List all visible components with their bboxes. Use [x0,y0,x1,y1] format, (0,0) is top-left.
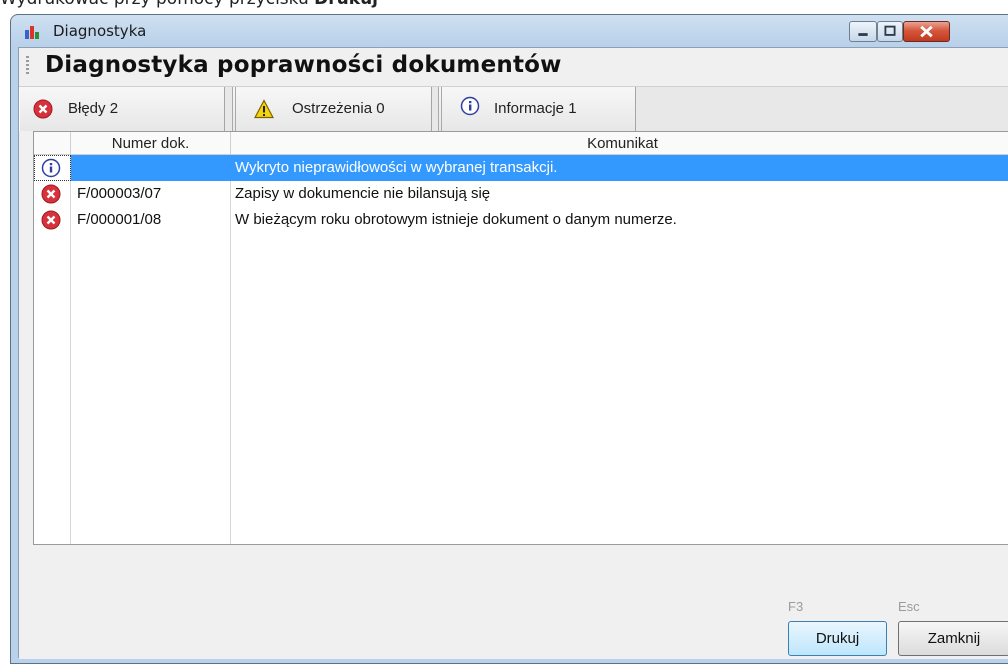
close-icon [920,25,933,38]
window-close-button[interactable] [903,21,950,42]
window-title: Diagnostyka [53,22,147,40]
title-bar[interactable]: Diagnostyka [11,15,1008,47]
table-row[interactable]: F/000003/07 Zapisy w dokumencie nie bila… [34,181,1008,207]
error-icon [33,99,53,119]
button-bar: F3 Esc Drukuj Zamknij [19,545,1008,659]
table-row[interactable]: F/000001/08 W bieżącym roku obrotowym is… [34,207,1008,233]
column-header-message[interactable]: Komunikat [231,132,1008,155]
page-caption: Wydrukować przy pomocy przycisku Drukuj [0,0,378,9]
caption-bold: Drukuj [314,0,378,9]
diagnostics-table: Numer dok. Komunikat Wykryto nieprawidło… [33,131,1008,545]
tab-information[interactable]: Informacje 1 [438,87,636,131]
tab-errors-label: Błędy 2 [68,100,119,117]
document-number: F/000003/07 [77,185,162,202]
client-area: Diagnostyka poprawności dokumentów Błędy… [18,47,1008,659]
toolbar-grip[interactable] [26,56,29,76]
tab-warnings-label: Ostrzeżenia 0 [292,100,385,117]
print-hotkey: F3 [788,599,804,614]
message: Wykryto nieprawidłowości w wybranej tran… [235,159,558,176]
maximize-button[interactable] [877,21,903,42]
info-icon [41,158,61,178]
close-hotkey: Esc [898,599,920,614]
heading-bar: Diagnostyka poprawności dokumentów [19,48,1008,86]
minimize-icon [858,33,868,36]
page-title: Diagnostyka poprawności dokumentów [45,52,562,78]
message: W bieżącym roku obrotowym istnieje dokum… [235,211,677,228]
print-button[interactable]: Drukuj [788,621,887,656]
column-header-icon[interactable] [34,132,71,155]
caption-text: Wydrukować przy pomocy przycisku [0,0,314,9]
close-button[interactable]: Zamknij [898,621,1008,656]
info-icon [460,96,480,116]
app-chart-icon [25,26,39,39]
error-icon [41,210,61,230]
table-row[interactable]: Wykryto nieprawidłowości w wybranej tran… [34,155,1008,181]
column-header-number[interactable]: Numer dok. [71,132,231,155]
diagnostics-window: Diagnostyka Diagnostyka poprawności doku… [10,14,1008,664]
minimize-button[interactable] [849,21,877,42]
warning-icon [254,99,274,119]
tab-information-label: Informacje 1 [494,100,577,117]
error-icon [41,184,61,204]
message: Zapisy w dokumencie nie bilansują się [235,185,491,202]
tab-warnings[interactable]: Ostrzeżenia 0 [232,87,432,131]
filter-tabs: Błędy 2 Ostrzeżenia 0 Informacje 1 [19,86,1008,131]
document-number: F/000001/08 [77,211,162,228]
maximize-icon [884,25,896,36]
tab-errors[interactable]: Błędy 2 [19,87,225,131]
